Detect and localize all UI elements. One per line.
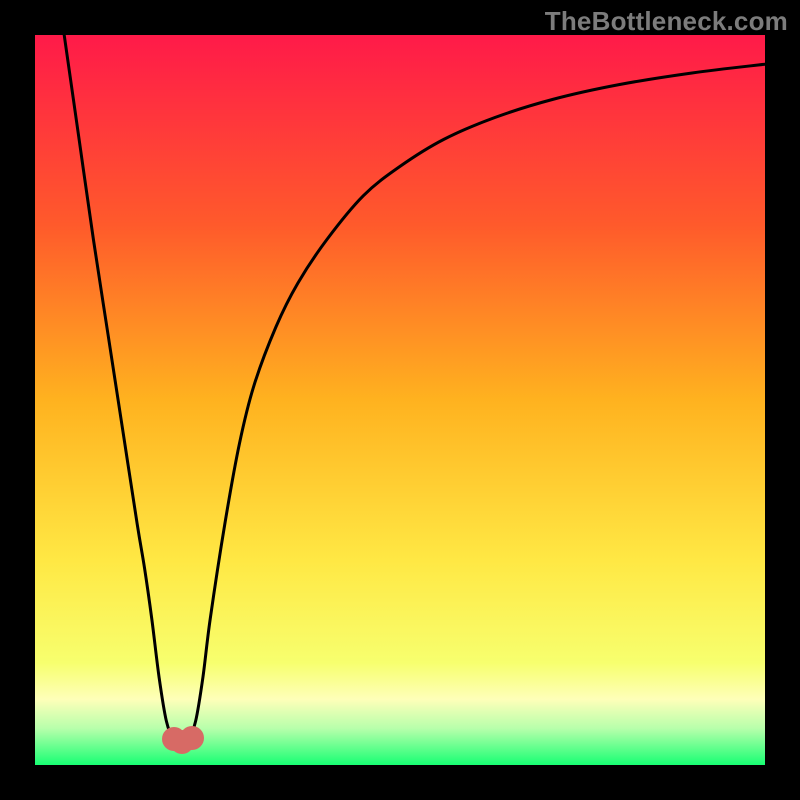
bottleneck-curve (35, 35, 765, 765)
watermark-text: TheBottleneck.com (545, 6, 788, 37)
curve-marker-2 (180, 726, 204, 750)
plot-area (35, 35, 765, 765)
outer-frame: TheBottleneck.com (0, 0, 800, 800)
